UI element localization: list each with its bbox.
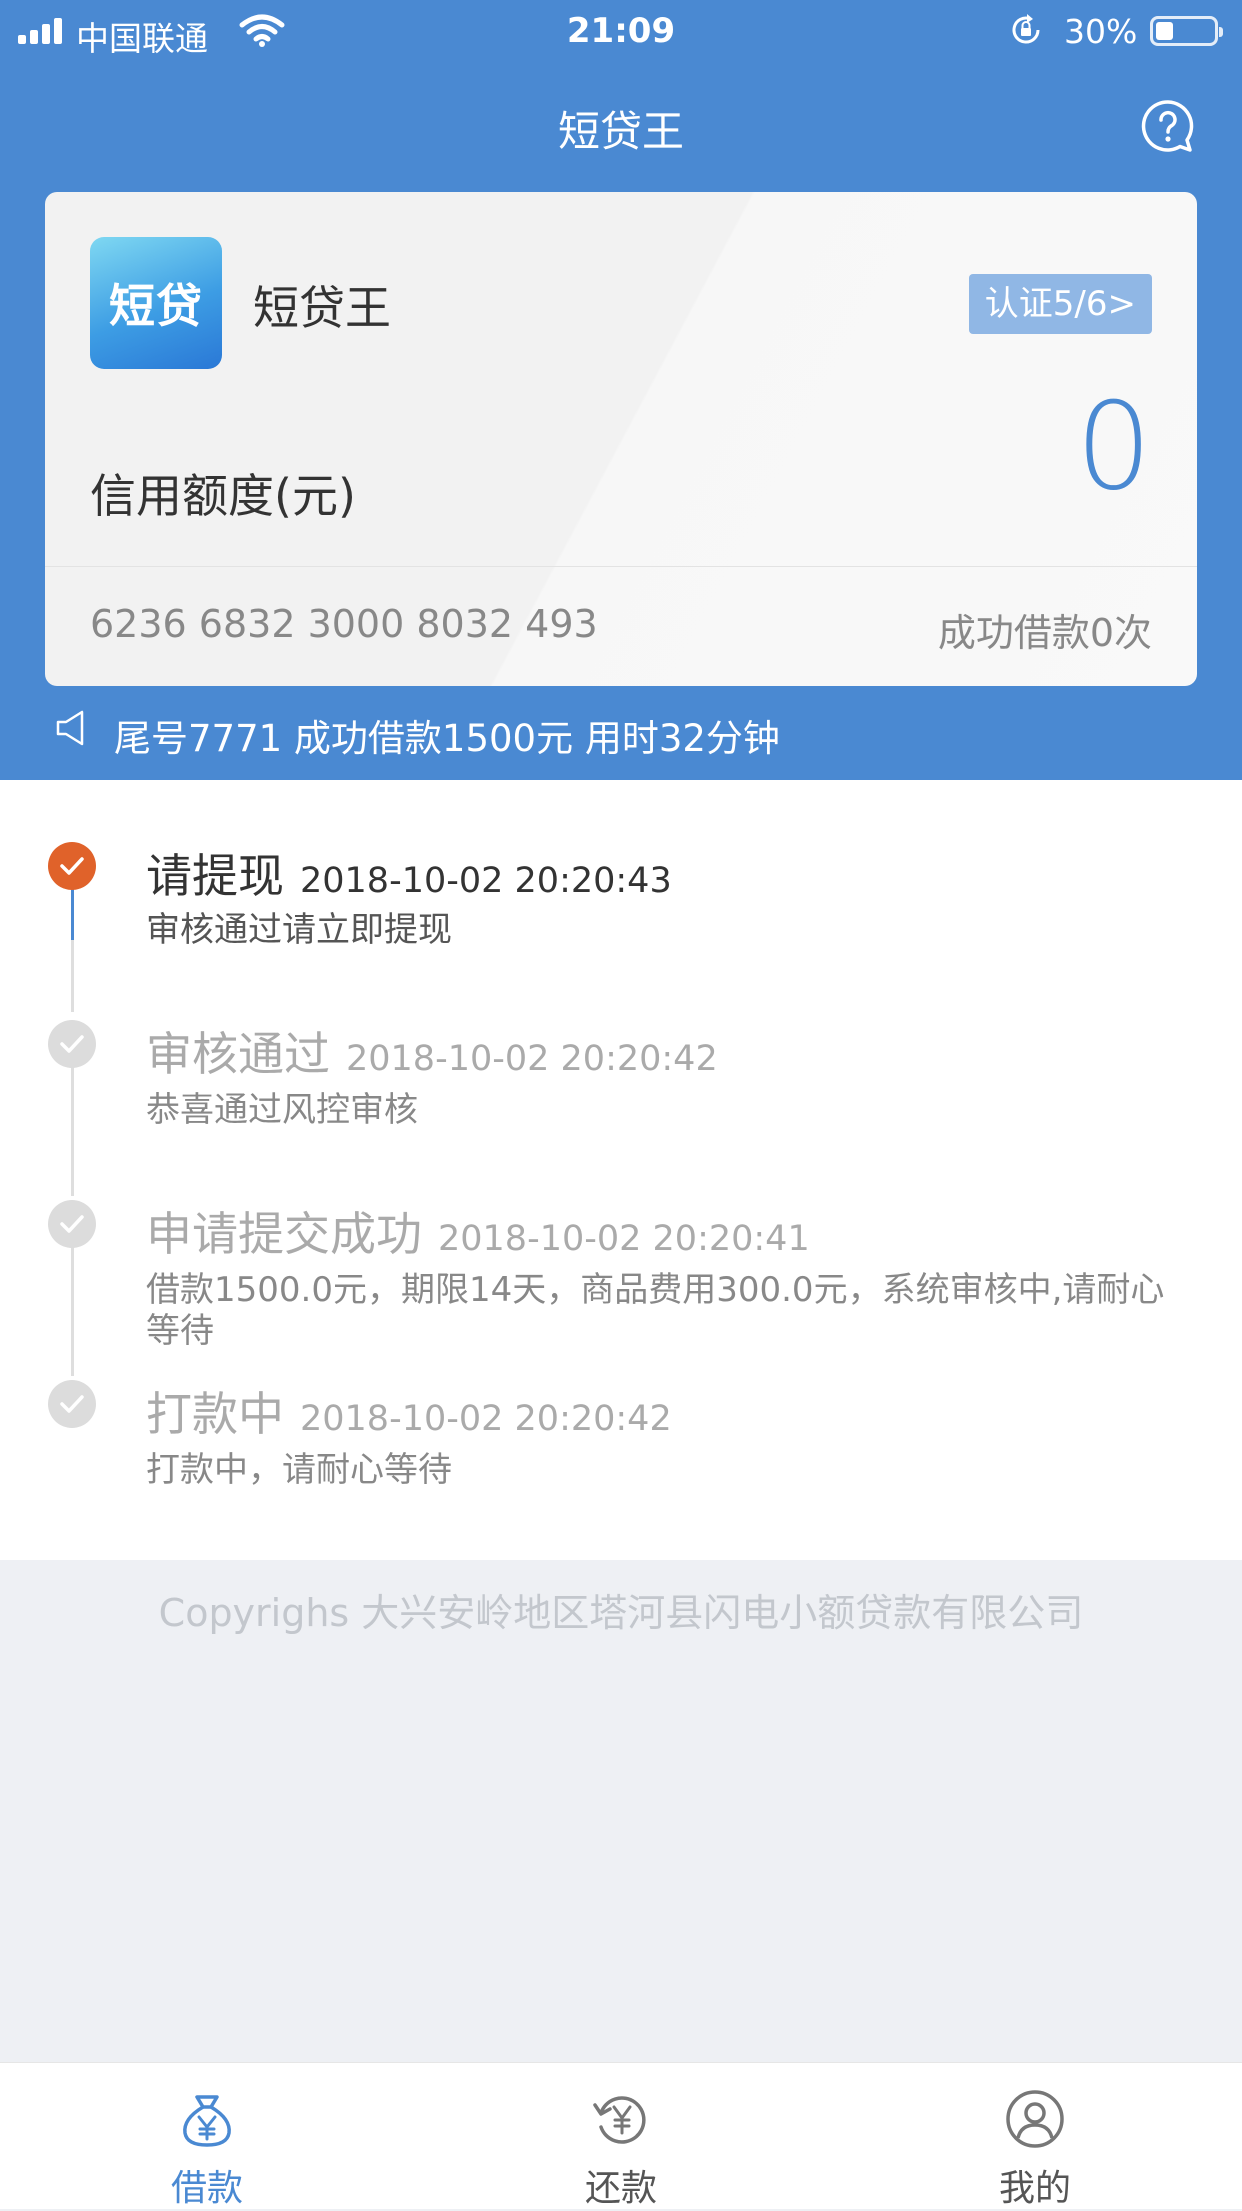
rotation-lock-icon	[1012, 14, 1040, 44]
battery-icon	[1150, 16, 1223, 46]
step-title: 审核通过 2018-10-02 20:20:42	[146, 1018, 718, 1084]
credit-card: 短贷 短贷王 认证5/6> 信用额度(元) 0 6236 6832 3000 8…	[45, 192, 1197, 686]
tab-loan[interactable]: 借款	[0, 2063, 414, 2209]
step-time: 2018-10-02 20:20:43	[300, 861, 672, 901]
app-name: 短贷王	[253, 281, 391, 335]
tab-bar: 借款 还款 我的	[0, 2062, 1242, 2209]
clock: 21:09	[566, 11, 676, 51]
step-title-text: 审核通过	[146, 1027, 330, 1081]
speaker-icon	[56, 710, 84, 746]
battery-percent: 30%	[1064, 12, 1138, 51]
notice-text: 尾号7771 成功借款1500元 用时32分钟	[114, 717, 780, 760]
credit-limit-value: 0	[1075, 378, 1152, 517]
copyright-text: Copyrighs 大兴安岭地区塔河县闪电小额贷款有限公司	[158, 1591, 1084, 1635]
card-divider	[45, 566, 1197, 567]
battery-fill	[1156, 22, 1174, 40]
step-description: 打款中，请耐心等待	[146, 1450, 452, 1490]
loan-success-count: 成功借款0次	[937, 611, 1152, 655]
status-bar: 中国联通 21:09 30%	[0, 0, 1242, 62]
app-logo: 短贷	[90, 237, 222, 369]
step-title: 打款中 2018-10-02 20:20:42	[146, 1378, 672, 1444]
check-icon	[48, 1020, 96, 1068]
step-title: 请提现 2018-10-02 20:20:43	[146, 840, 672, 906]
tab-mine[interactable]: 我的	[828, 2063, 1242, 2209]
repay-icon	[593, 2096, 646, 2144]
step-title-text: 请提现	[146, 849, 284, 903]
header: 中国联通 21:09 30% 短贷王 短贷 短贷王 认证5/6> 信用额度(元)…	[0, 0, 1242, 780]
progress-timeline: 请提现 2018-10-02 20:20:43 审核通过请立即提现 审核通过 201…	[0, 780, 1242, 1560]
step-time: 2018-10-02 20:20:42	[346, 1039, 718, 1079]
step-title: 申请提交成功 2018-10-02 20:20:41	[146, 1198, 810, 1264]
money-bag-icon	[183, 2095, 231, 2147]
step-title-text: 打款中	[146, 1387, 284, 1441]
check-icon	[48, 1380, 96, 1428]
check-icon	[48, 1200, 96, 1248]
timeline-connector	[71, 940, 74, 1012]
tab-label: 还款	[584, 2168, 657, 2209]
tab-repay[interactable]: 还款	[414, 2063, 828, 2209]
notice-bar[interactable]: 尾号7771 成功借款1500元 用时32分钟	[0, 700, 1242, 766]
tab-label: 我的	[998, 2168, 1071, 2209]
step-time: 2018-10-02 20:20:41	[438, 1219, 810, 1259]
user-icon	[1006, 2090, 1064, 2148]
check-icon	[48, 842, 96, 890]
tab-label: 借款	[170, 2168, 243, 2209]
certification-button[interactable]: 认证5/6>	[968, 274, 1152, 334]
credit-limit-label: 信用额度(元)	[90, 469, 356, 523]
step-time: 2018-10-02 20:20:42	[300, 1399, 672, 1439]
question-bubble-icon[interactable]	[1140, 98, 1196, 154]
step-description: 审核通过请立即提现	[146, 910, 452, 950]
timeline-connector	[71, 1048, 74, 1196]
step-title-text: 申请提交成功	[146, 1207, 422, 1261]
bank-card-number: 6236 6832 3000 8032 493	[90, 602, 598, 646]
step-description: 恭喜通过风控审核	[146, 1090, 418, 1130]
page-title: 短贷王	[557, 107, 684, 156]
step-description: 借款1500.0元，期限14天，商品费用300.0元，系统审核中,请耐心等待	[146, 1270, 1165, 1351]
timeline-connector	[71, 1228, 74, 1376]
